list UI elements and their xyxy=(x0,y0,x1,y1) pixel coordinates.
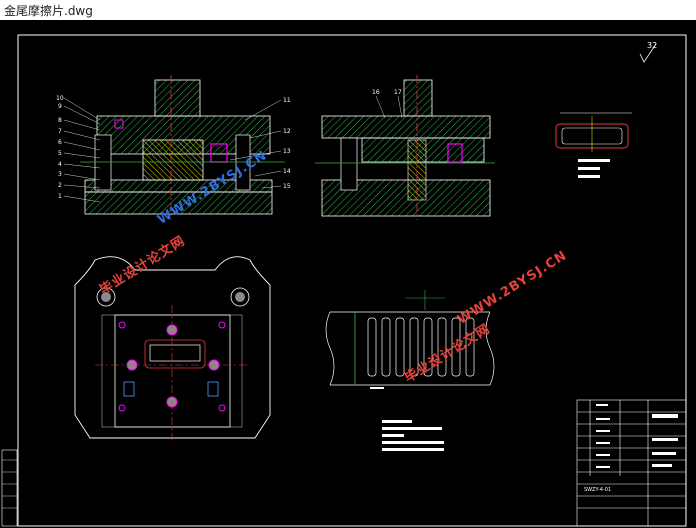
balloons-left-labels: 10 9 8 7 6 5 4 3 2 1 xyxy=(56,95,64,200)
title-block xyxy=(576,399,687,527)
svg-text:1: 1 xyxy=(58,193,62,200)
cad-drawing: 32 10 9 8 7 6 5 4 3 2 1 11 12 13 14 15 1… xyxy=(1,34,687,527)
window-title: 金尾摩擦片.dwg xyxy=(4,4,93,18)
svg-text:7: 7 xyxy=(58,128,62,135)
side-stamp-box xyxy=(1,449,18,527)
cad-drawing-canvas[interactable]: 32 10 9 8 7 6 5 4 3 2 1 11 12 13 14 15 1… xyxy=(0,20,696,528)
balloon-16: 16 xyxy=(372,89,380,96)
balloon-17: 17 xyxy=(394,89,402,96)
svg-text:5: 5 xyxy=(58,150,62,157)
svg-text:4: 4 xyxy=(58,161,62,168)
svg-text:12: 12 xyxy=(283,128,291,135)
svg-text:10: 10 xyxy=(56,95,64,102)
svg-text:9: 9 xyxy=(58,103,62,110)
svg-text:2: 2 xyxy=(58,182,62,189)
svg-text:15: 15 xyxy=(283,183,291,190)
balloons-right-labels: 11 12 13 14 15 xyxy=(283,97,291,190)
svg-text:14: 14 xyxy=(283,168,291,175)
roughness-symbol: 32 xyxy=(639,41,657,63)
side-section-view xyxy=(315,75,495,220)
svg-text:11: 11 xyxy=(283,97,291,104)
svg-text:6: 6 xyxy=(58,139,62,146)
drawing-number: SWZY-4-01 xyxy=(584,487,611,493)
part-detail-view xyxy=(555,112,632,178)
roughness-value: 32 xyxy=(647,41,657,50)
svg-text:13: 13 xyxy=(283,148,291,155)
window-title-bar: 金尾摩擦片.dwg xyxy=(0,0,696,21)
svg-text:8: 8 xyxy=(58,117,62,124)
svg-text:3: 3 xyxy=(58,171,62,178)
technical-notes xyxy=(382,420,444,451)
